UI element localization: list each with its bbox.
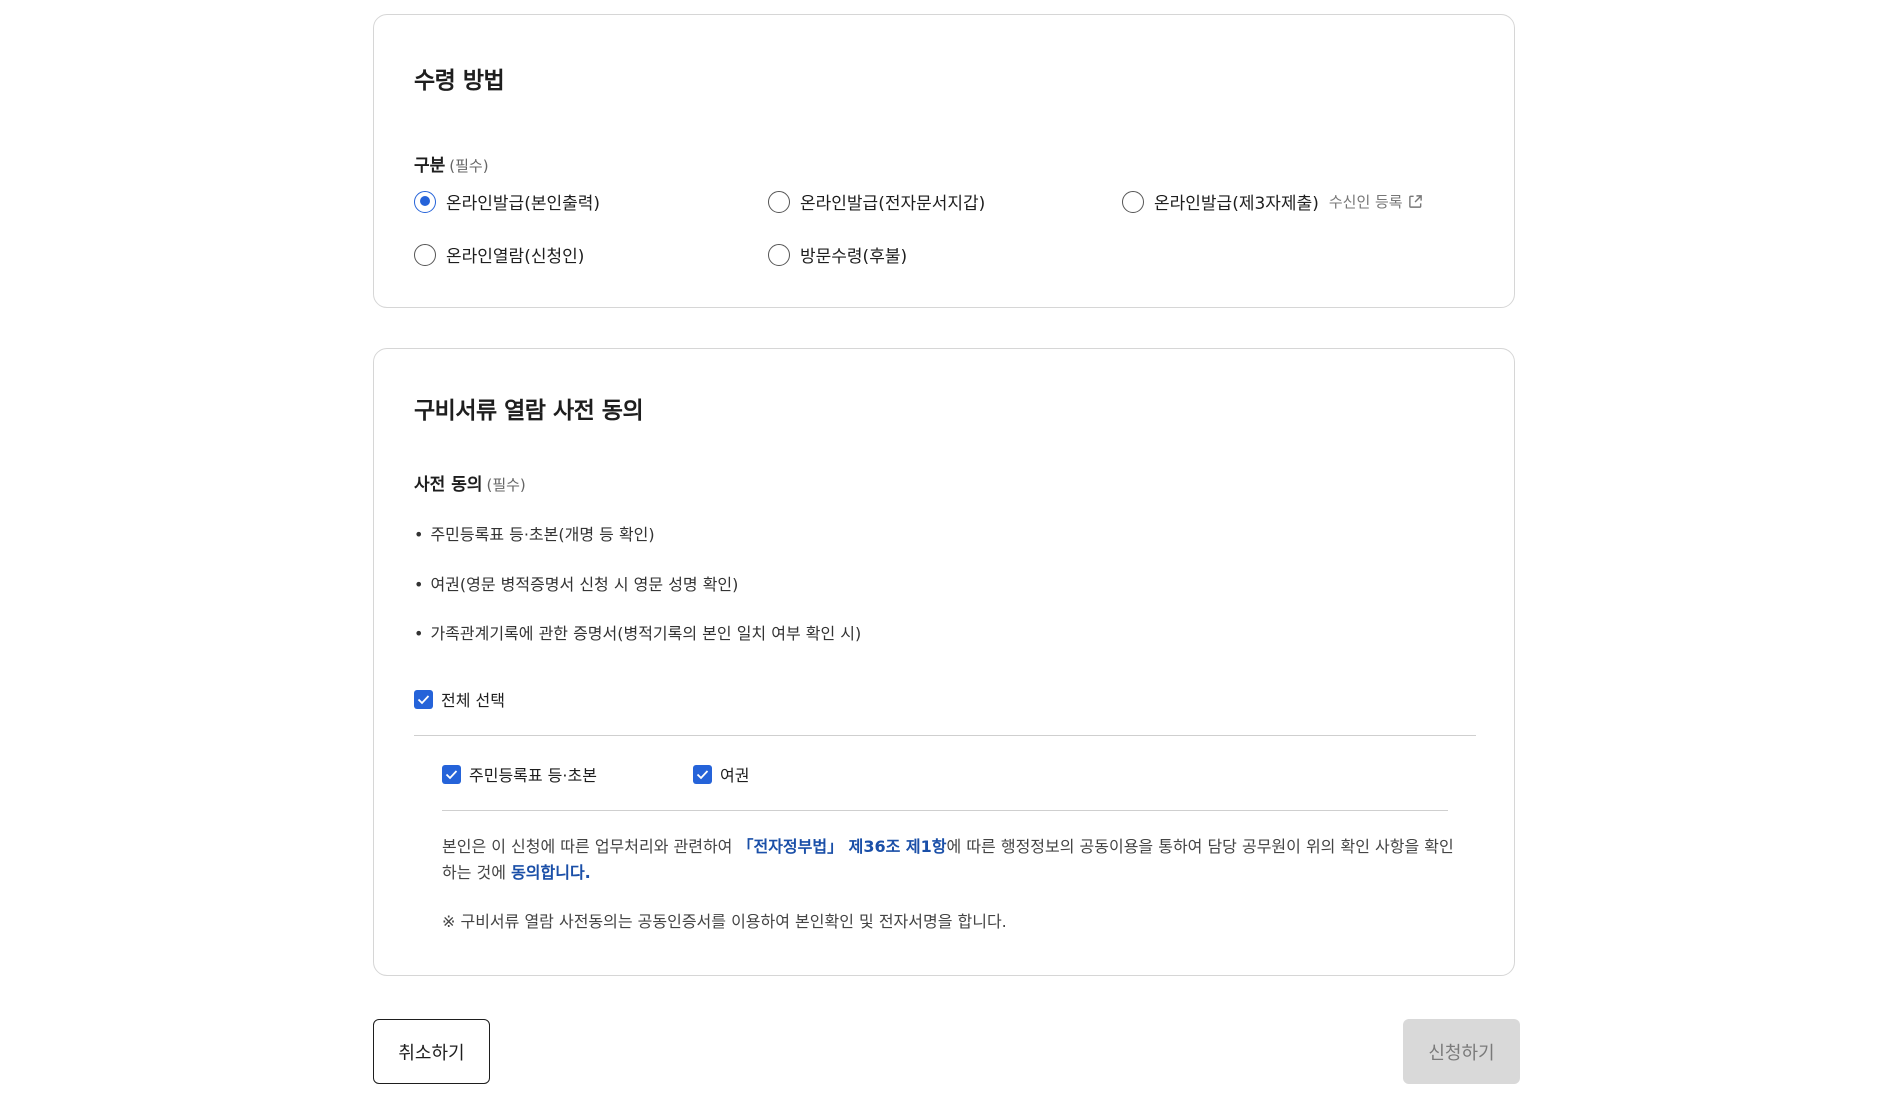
certificate-note: ※ 구비서류 열람 사전동의는 공동인증서를 이용하여 본인확인 및 전자서명을… — [442, 912, 1007, 931]
external-link-icon — [1408, 195, 1422, 208]
checkbox-label: 여권 — [720, 766, 750, 785]
radio-online-self-print[interactable]: 온라인발급(본인출력) — [414, 189, 600, 214]
radio-circle-icon — [1122, 190, 1144, 213]
select-all-checkbox[interactable]: 전체 선택 — [414, 687, 505, 711]
agree-text: 동의합니다. — [511, 863, 591, 882]
consent-notice: 본인은 이 신청에 따른 업무처리와 관련하여 「전자정부법」 제36조 제1항… — [442, 834, 1454, 886]
radio-online-e-wallet[interactable]: 온라인발급(전자문서지갑) — [768, 189, 985, 214]
divider — [414, 735, 1476, 736]
radio-visit-pickup[interactable]: 방문수령(후불) — [768, 242, 907, 267]
consent-bullet: 가족관계기록에 관한 증명서(병적기록의 본인 일치 여부 확인 시) — [414, 620, 861, 644]
radio-circle-icon — [768, 190, 790, 213]
law-reference: 「전자정부법」 제36조 제1항 — [737, 837, 947, 856]
consent-title: 구비서류 열람 사전 동의 — [414, 398, 644, 424]
radio-circle-icon — [414, 243, 436, 266]
radio-label: 온라인발급(제3자제출) — [1154, 194, 1319, 214]
recipient-register-link[interactable]: 수신인 등록 — [1329, 191, 1423, 212]
checkbox-checked-icon — [414, 689, 433, 709]
consent-bullet: 여권(영문 병적증명서 신청 시 영문 성명 확인) — [414, 571, 738, 595]
required-marker: (필수) — [486, 476, 526, 494]
checkbox-checked-icon — [442, 764, 461, 784]
divider — [442, 810, 1448, 811]
radio-circle-icon — [768, 243, 790, 266]
submit-button[interactable]: 신청하기 — [1403, 1019, 1520, 1084]
select-all-label: 전체 선택 — [441, 691, 505, 710]
receipt-type-label: 구분 (필수) — [414, 151, 489, 176]
notice-text: 본인은 이 신청에 따른 업무처리와 관련하여 — [442, 837, 738, 856]
consent-card: 구비서류 열람 사전 동의 사전 동의(필수) 주민등록표 등·초본(개명 등 … — [373, 348, 1515, 976]
checkbox-label: 주민등록표 등·초본 — [469, 766, 597, 785]
checkbox-resident-registration[interactable]: 주민등록표 등·초본 — [442, 762, 597, 786]
radio-label: 온라인발급(본인출력) — [446, 194, 601, 214]
consent-label: 사전 동의 (필수) — [414, 470, 526, 495]
recipient-register-label: 수신인 등록 — [1328, 193, 1403, 211]
receipt-type-label-text: 구분 — [414, 156, 446, 176]
consent-label-text: 사전 동의 — [414, 475, 483, 495]
checkbox-checked-icon — [693, 764, 712, 784]
cancel-button[interactable]: 취소하기 — [373, 1019, 490, 1084]
radio-label: 방문수령(후불) — [800, 247, 908, 267]
required-marker: (필수) — [449, 157, 489, 175]
radio-circle-icon — [414, 190, 436, 213]
checkbox-passport[interactable]: 여권 — [693, 762, 749, 786]
receipt-method-card: 수령 방법 구분 (필수) 온라인발급(본인출력) 온라인발급(전자문서지갑) 온… — [373, 14, 1515, 308]
radio-online-third-party[interactable]: 온라인발급(제3자제출) 수신인 등록 — [1122, 189, 1423, 214]
receipt-method-title: 수령 방법 — [414, 68, 505, 94]
consent-bullet: 주민등록표 등·초본(개명 등 확인) — [414, 521, 654, 545]
radio-label: 온라인열람(신청인) — [446, 247, 585, 267]
radio-label: 온라인발급(전자문서지갑) — [800, 194, 986, 214]
radio-online-view[interactable]: 온라인열람(신청인) — [414, 242, 584, 267]
